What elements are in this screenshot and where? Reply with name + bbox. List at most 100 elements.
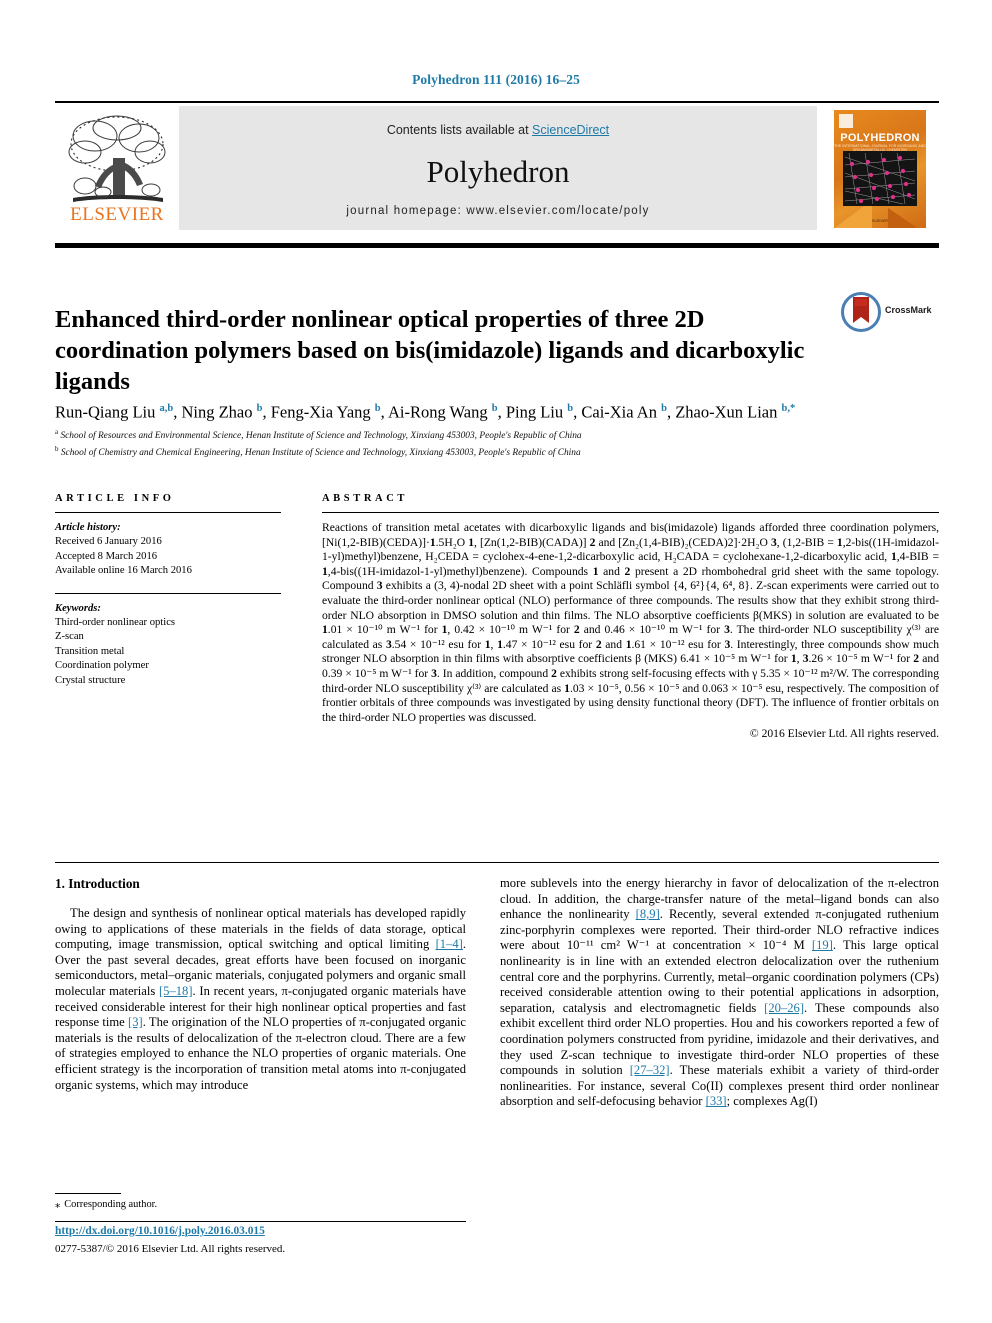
journal-cover-thumbnail[interactable]: POLYHEDRON THE INTERNATIONAL JOURNAL FOR… [821, 106, 939, 230]
cover-artwork: POLYHEDRON THE INTERNATIONAL JOURNAL FOR… [834, 110, 926, 228]
compound-label: 3 [431, 666, 437, 680]
compound-label: 1 [890, 550, 897, 564]
article-history-label: Article history: [55, 522, 121, 533]
compound-label: 3 [770, 535, 777, 549]
compound-label: 1 [322, 564, 328, 578]
introduction-heading: 1. Introduction [55, 876, 140, 891]
contents-available-line: Contents lists available at ScienceDirec… [179, 123, 817, 137]
author-affiliation-marker: a,b [159, 403, 174, 414]
crossmark-label: CrossMark [885, 305, 932, 315]
article-info-heading: ARTICLE INFO [55, 493, 175, 504]
article-history-item: Available online 16 March 2016 [55, 565, 192, 577]
keywords-rule [55, 592, 281, 594]
compound-label: 1 [497, 637, 503, 651]
abstract-copyright: © 2016 Elsevier Ltd. All rights reserved… [749, 727, 939, 741]
crystal-lattice-graphic [843, 151, 917, 206]
citation-link[interactable]: [3] [128, 1015, 143, 1029]
body-separator-rule [55, 862, 939, 863]
compound-label: 1 [625, 637, 632, 651]
compound-label: 3 [385, 637, 392, 651]
compound-label: 2 [573, 623, 580, 637]
introduction-paragraph-left: The design and synthesis of nonlinear op… [55, 906, 467, 1092]
sciencedirect-link[interactable]: ScienceDirect [532, 123, 609, 137]
journal-title: Polyhedron [426, 154, 570, 189]
cover-crystal-structure-image [843, 151, 917, 206]
author-name: Ping Liu [505, 402, 568, 422]
citation-link[interactable]: [1–4] [436, 937, 463, 951]
asterisk-icon: ⁎ [55, 1199, 61, 1210]
author-name: Cai-Xia An [581, 402, 662, 422]
body-column-right: more sublevels into the energy hierarchy… [500, 876, 939, 1110]
keyword-item: Crystal structure [55, 674, 126, 686]
compound-label: 1 [429, 535, 436, 549]
compound-label: 2 [913, 652, 920, 666]
compound-label: 1 [564, 681, 570, 695]
cover-triangle-right [888, 208, 926, 228]
cover-journal-title: POLYHEDRON [840, 132, 920, 144]
compound-label: 1 [484, 637, 491, 651]
elsevier-wordmark: ELSEVIER [70, 204, 164, 225]
contents-prefix-text: Contents lists available at [386, 123, 533, 137]
masthead-bottom-rule [55, 243, 939, 248]
compound-label: 2 [551, 666, 557, 680]
compound-label: 3 [724, 623, 730, 637]
author-affiliation-marker: b,* [781, 403, 796, 414]
author-affiliation-marker: b [374, 403, 381, 414]
crossmark-icon [841, 292, 881, 332]
keywords-label: Keywords: [55, 602, 101, 614]
author-affiliation-marker: b [256, 403, 263, 414]
elsevier-logo: ELSEVIER [55, 106, 179, 230]
compound-label: 2 [595, 637, 602, 651]
citation-link[interactable]: [27–32] [630, 1063, 670, 1077]
journal-masthead: ELSEVIER Contents lists available at Sci… [55, 104, 939, 230]
compound-label: 3 [802, 652, 809, 666]
affiliation-item: b School of Chemistry and Chemical Engin… [55, 444, 581, 458]
doi-link[interactable]: http://dx.doi.org/10.1016/j.poly.2016.03… [55, 1225, 466, 1237]
keyword-item: Third-order nonlinear optics [55, 617, 176, 629]
issn-copyright-line: 0277-5387/© 2016 Elsevier Ltd. All right… [55, 1243, 286, 1255]
citation-link[interactable]: [8,9] [636, 907, 660, 921]
body-column-left: 1. Introduction The design and synthesis… [55, 876, 466, 1093]
abstract-body: Reactions of transition metal acetates w… [322, 521, 940, 724]
compound-label: 1 [468, 535, 474, 549]
crossmark-badge[interactable]: CrossMark [841, 292, 939, 338]
keyword-item: Z-scan [55, 631, 84, 643]
compound-label: 3 [724, 637, 731, 651]
author-name: Ai-Rong Wang [387, 402, 492, 422]
author-name: Feng-Xia Yang [270, 402, 375, 422]
author-name: Run-Qiang Liu [55, 402, 160, 422]
article-info-rule [55, 512, 281, 513]
introduction-paragraph-right: more sublevels into the energy hierarchy… [500, 876, 939, 1109]
keyword-item: Transition metal [55, 645, 125, 657]
keyword-list: Third-order nonlinear optics Z-scan Transi… [55, 616, 281, 688]
abstract-panel: ABSTRACT Reactions of transition metal a… [322, 493, 939, 742]
abstract-heading: ABSTRACT [322, 493, 408, 504]
cover-footer-text: ELSEVIER [872, 219, 888, 223]
article-page: Polyhedron 111 (2016) 16–25 ELSEVIER Con… [0, 0, 992, 1323]
citation-link[interactable]: [5–18] [159, 984, 193, 998]
affiliation-list: a School of Resources and Environmental … [55, 426, 939, 459]
article-history-list: Received 6 January 2016 Accepted 8 March … [55, 535, 281, 578]
affiliation-item: a School of Resources and Environmental … [55, 428, 582, 442]
corresponding-author-text: Corresponding author. [64, 1199, 158, 1210]
keyword-item: Coordination polymer [55, 660, 149, 672]
citation-link[interactable]: [19] [812, 938, 833, 952]
compound-label: 1 [441, 623, 448, 637]
compound-label: 1 [592, 564, 599, 578]
author-list: Run-Qiang Liu a,b, Ning Zhao b, Feng-Xia… [55, 402, 796, 422]
journal-homepage-line[interactable]: journal homepage: www.elsevier.com/locat… [179, 205, 817, 217]
article-history-item: Received 6 January 2016 [55, 536, 162, 548]
running-head-journal-reference: Polyhedron 111 (2016) 16–25 [412, 72, 580, 87]
citation-link[interactable]: [33] [706, 1094, 727, 1108]
masthead-center-panel: Contents lists available at ScienceDirec… [179, 106, 817, 230]
author-affiliation-marker: b [491, 403, 498, 414]
article-info-panel: ARTICLE INFO Article history: Received 6… [55, 493, 281, 688]
footnote-rule [55, 1193, 121, 1194]
corresponding-author-footnote: ⁎ Corresponding author. [55, 1198, 466, 1211]
citation-link[interactable]: [20–26] [764, 1001, 804, 1015]
footer-rule [55, 1221, 466, 1222]
compound-label: 2 [589, 535, 596, 549]
author-affiliation-marker: b [661, 403, 667, 414]
compound-label: 1 [790, 652, 797, 666]
